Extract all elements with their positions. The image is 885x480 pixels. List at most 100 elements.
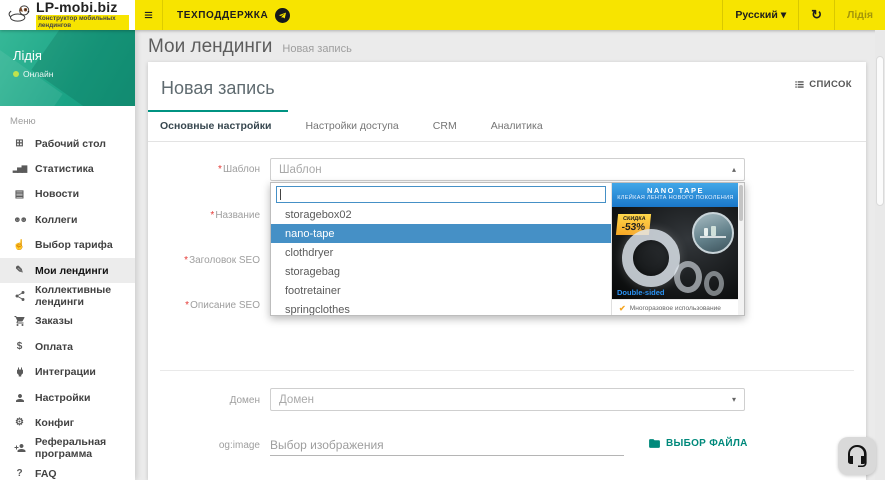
option-springclothes[interactable]: springclothes [271, 300, 611, 316]
telegram-icon [275, 8, 290, 23]
user-profile-panel: Лідія Онлайн [0, 30, 135, 106]
caret-up-icon: ▴ [732, 165, 736, 174]
option-nano-tape-selected[interactable]: nano-tape [271, 224, 611, 243]
template-search-input[interactable] [276, 186, 606, 203]
template-select-placeholder: Шаблон [279, 164, 732, 176]
option-storagebag[interactable]: storagebag [271, 262, 611, 281]
sidebar-item-config[interactable]: ⚙ Конфиг [0, 410, 135, 435]
sidebar-item-dashboard[interactable]: ⊞ Рабочий стол [0, 131, 135, 156]
list-icon [794, 79, 805, 90]
sidebar-item-colleagues[interactable]: ☻☻ Коллеги [0, 207, 135, 232]
template-preview-thumbnail: NANO TAPE КЛЕЙКАЯ ЛЕНТА НОВОГО ПОКОЛЕНИЯ… [611, 183, 739, 316]
plug-icon [12, 366, 27, 378]
online-status-dot [13, 71, 19, 77]
hand-pointer-icon: ☝ [12, 240, 27, 251]
profile-name: Лідія [13, 48, 135, 63]
sidebar-item-orders[interactable]: Заказы [0, 309, 135, 334]
users-icon: ☻☻ [12, 215, 27, 224]
refresh-icon: ↻ [811, 7, 822, 23]
refresh-button[interactable]: ↻ [798, 0, 834, 30]
dog-logo-icon [6, 3, 32, 28]
dropdown-scrollbar-thumb[interactable] [739, 185, 743, 221]
folder-icon [648, 437, 661, 450]
question-icon: ? [12, 468, 27, 479]
tab-analytics[interactable]: Аналитика [474, 110, 560, 141]
sidebar-item-faq[interactable]: ? FAQ [0, 461, 135, 480]
hamburger-menu-icon[interactable]: ≡ [135, 0, 163, 30]
template-select[interactable]: Шаблон ▴ [270, 158, 745, 181]
menu-section-label: Меню [0, 106, 135, 131]
preview-product-image: СКИДКА -53% Double-sided [612, 207, 739, 299]
page-scrollbar-thumb[interactable] [876, 56, 884, 206]
og-image-placeholder: Выбор изображения [270, 438, 384, 452]
support-chat-widget[interactable] [838, 437, 876, 475]
topbar-username: Лідія [847, 9, 873, 21]
user-plus-icon [12, 442, 27, 454]
sidebar: Лідія Онлайн Меню ⊞ Рабочий стол ▂▅▇ Ста… [0, 30, 135, 480]
tab-main-settings[interactable]: Основные настройки [148, 110, 288, 141]
dashboard-icon: ⊞ [12, 138, 27, 149]
preview-feature-text: Многоразовое использование [630, 305, 721, 312]
sidebar-menu: ⊞ Рабочий стол ▂▅▇ Статистика ▤ Новости … [0, 131, 135, 480]
page-title: Мои лендинги [148, 36, 272, 58]
user-icon [12, 392, 27, 404]
template-field-label: *Шаблон [148, 164, 260, 175]
share-icon [12, 290, 27, 302]
sidebar-item-referral[interactable]: Реферальная программа [0, 436, 135, 461]
language-selector[interactable]: Русский ▾ [722, 0, 798, 30]
brand-logo[interactable]: LP-mobi.biz Конструктор мобильных лендин… [0, 0, 135, 30]
domain-field-label: Домен [148, 395, 260, 406]
page-scrollbar [875, 30, 885, 480]
option-footretainer[interactable]: footretainer [271, 281, 611, 300]
preview-header: NANO TAPE КЛЕЙКАЯ ЛЕНТА НОВОГО ПОКОЛЕНИЯ [612, 183, 739, 207]
topbar: LP-mobi.biz Конструктор мобильных лендин… [0, 0, 885, 30]
seo-title-field-label: *Заголовок SEO [148, 255, 260, 266]
sidebar-item-statistics[interactable]: ▂▅▇ Статистика [0, 156, 135, 181]
dollar-icon: $ [12, 341, 27, 352]
sidebar-item-collective-landings[interactable]: Коллективные лендинги [0, 283, 135, 308]
new-record-card: Новая запись СПИСОК Основные настройки Н… [148, 62, 866, 480]
option-clothdryer[interactable]: clothdryer [271, 243, 611, 262]
support-label: ТЕХПОДДЕРЖКА [177, 10, 268, 21]
user-menu[interactable]: Лідія [834, 0, 885, 30]
sidebar-item-tariff[interactable]: ☝ Выбор тарифа [0, 233, 135, 258]
domain-select-placeholder: Домен [279, 394, 732, 406]
sidebar-item-integrations[interactable]: Интеграции [0, 360, 135, 385]
sidebar-item-payment[interactable]: $ Оплата [0, 334, 135, 359]
caret-down-icon: ▾ [732, 395, 736, 404]
brand-title: LP-mobi.biz [36, 0, 129, 14]
tape-roll-large [622, 229, 680, 287]
gears-icon: ⚙ [12, 417, 27, 428]
option-storagebox02[interactable]: storagebox02 [271, 205, 611, 224]
preview-caption: Double-sided [617, 288, 665, 297]
sidebar-item-news[interactable]: ▤ Новости [0, 182, 135, 207]
sidebar-item-my-landings[interactable]: ✎ Мои лендинги [0, 258, 135, 283]
template-dropdown-panel: storagebox02 nano-tape clothdryer storag… [270, 182, 745, 316]
online-status-label: Онлайн [23, 69, 53, 79]
support-button[interactable]: ТЕХПОДДЕРЖКА [163, 0, 304, 30]
template-options-list: storagebox02 nano-tape clothdryer storag… [271, 205, 611, 316]
list-button[interactable]: СПИСОК [794, 79, 852, 90]
tape-roll-small [704, 271, 724, 296]
preview-inset-photo [692, 212, 734, 254]
brand-subtitle: Конструктор мобильных лендингов [36, 15, 129, 30]
form-section-divider [160, 370, 854, 371]
profile-status: Онлайн [13, 69, 135, 79]
og-image-input[interactable]: Выбор изображения [270, 434, 624, 456]
preview-feature-row: ✔ Многоразовое использование [612, 299, 739, 316]
tab-access-settings[interactable]: Настройки доступа [288, 110, 415, 141]
breadcrumb: Новая запись [282, 43, 351, 55]
preview-title: NANO TAPE [612, 186, 739, 195]
app-window: LP-mobi.biz Конструктор мобильных лендин… [0, 0, 885, 480]
name-field-label: *Название [148, 210, 260, 221]
tab-crm[interactable]: CRM [416, 110, 474, 141]
bar-chart-icon: ▂▅▇ [12, 165, 27, 173]
choose-file-button[interactable]: ВЫБОР ФАЙЛА [648, 437, 748, 450]
cart-icon [12, 315, 27, 327]
sidebar-item-settings[interactable]: Настройки [0, 385, 135, 410]
seo-description-field-label: *Описание SEO [148, 300, 260, 311]
og-image-field-label: og:image [148, 440, 260, 451]
chevron-down-icon: ▾ [781, 9, 786, 21]
domain-select[interactable]: Домен ▾ [270, 388, 745, 411]
text-cursor [280, 189, 281, 200]
